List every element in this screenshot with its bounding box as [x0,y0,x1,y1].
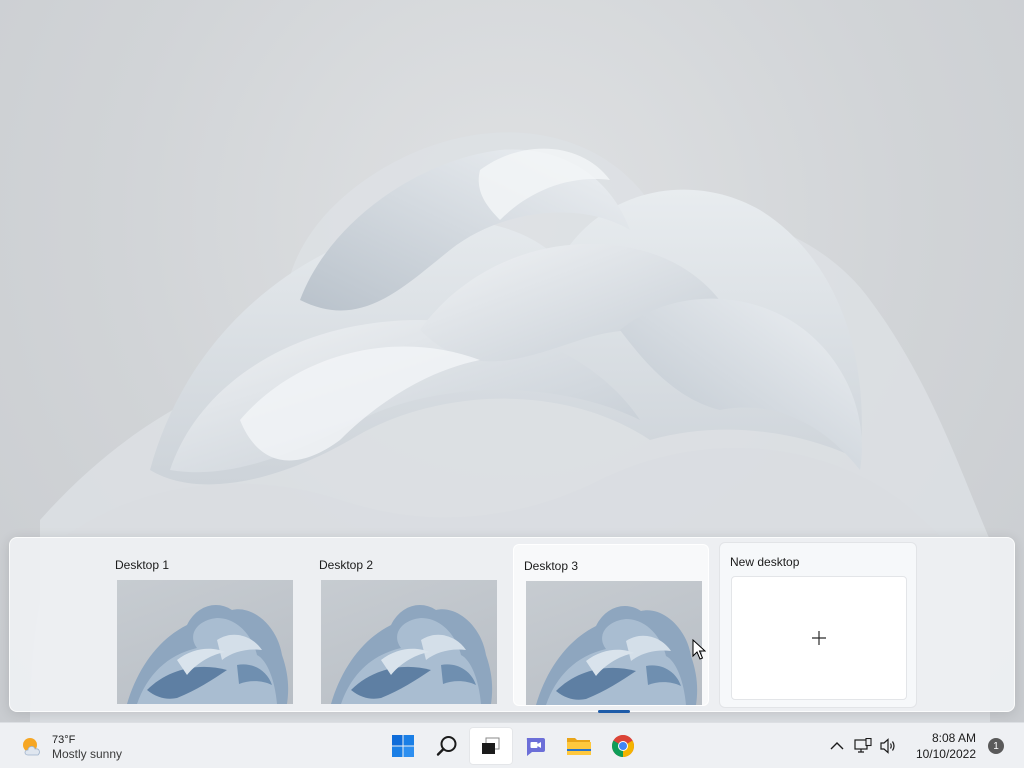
taskbar-apps [381,727,645,765]
task-view-desktops-panel: Desktop 1 Desktop 2 Desktop 3 New deskto… [9,537,1015,713]
folder-icon [567,738,591,755]
clock[interactable]: 8:08 AM 10/10/2022 [916,730,976,762]
search-button[interactable] [425,727,469,765]
mouse-cursor-icon [692,639,706,660]
teams-chat-icon [526,738,545,756]
desktop-2-thumbnail[interactable] [321,580,497,704]
chrome-icon [612,735,634,757]
chevron-up-icon[interactable] [825,734,849,758]
weather-temperature: 73°F [52,733,76,746]
weather-condition: Mostly sunny [52,746,123,761]
desktop-1-thumbnail[interactable] [117,580,293,704]
search-icon [436,736,457,756]
system-tray: 8:08 AM 10/10/2022 1 [824,723,1024,768]
chrome-button[interactable] [601,727,645,765]
partly-sunny-icon [20,735,44,759]
network-icon[interactable] [851,734,875,758]
chat-button[interactable] [513,727,557,765]
new-desktop-tile[interactable]: New desktop [719,542,917,708]
file-explorer-button[interactable] [557,727,601,765]
clock-time: 8:08 AM [931,731,976,745]
new-desktop-button[interactable] [731,576,907,700]
weather-widget[interactable]: 73°F Mostly sunny [20,731,122,763]
plus-icon [812,631,826,645]
task-view-button[interactable] [469,727,513,765]
taskbar: 73°F Mostly sunny 8:08 AM 10/10/2022 1 [0,722,1024,768]
start-button[interactable] [381,727,425,765]
current-desktop-indicator [598,710,630,713]
task-view-icon [482,737,500,754]
clock-date: 10/10/2022 [915,747,976,761]
desktop-2-tile[interactable]: Desktop 2 [309,544,505,706]
desktop-3-label: Desktop 3 [524,559,579,573]
desktop-2-label: Desktop 2 [319,558,374,572]
desktop-3-thumbnail[interactable] [526,581,702,705]
notification-badge[interactable]: 1 [988,738,1004,754]
windows-logo-icon [392,735,414,757]
desktop-1-tile[interactable]: Desktop 1 [105,544,301,706]
desktop-1-label: Desktop 1 [115,558,170,572]
desktop-3-tile[interactable]: Desktop 3 [513,544,709,713]
volume-icon[interactable] [877,734,901,758]
new-desktop-label: New desktop [730,555,800,569]
